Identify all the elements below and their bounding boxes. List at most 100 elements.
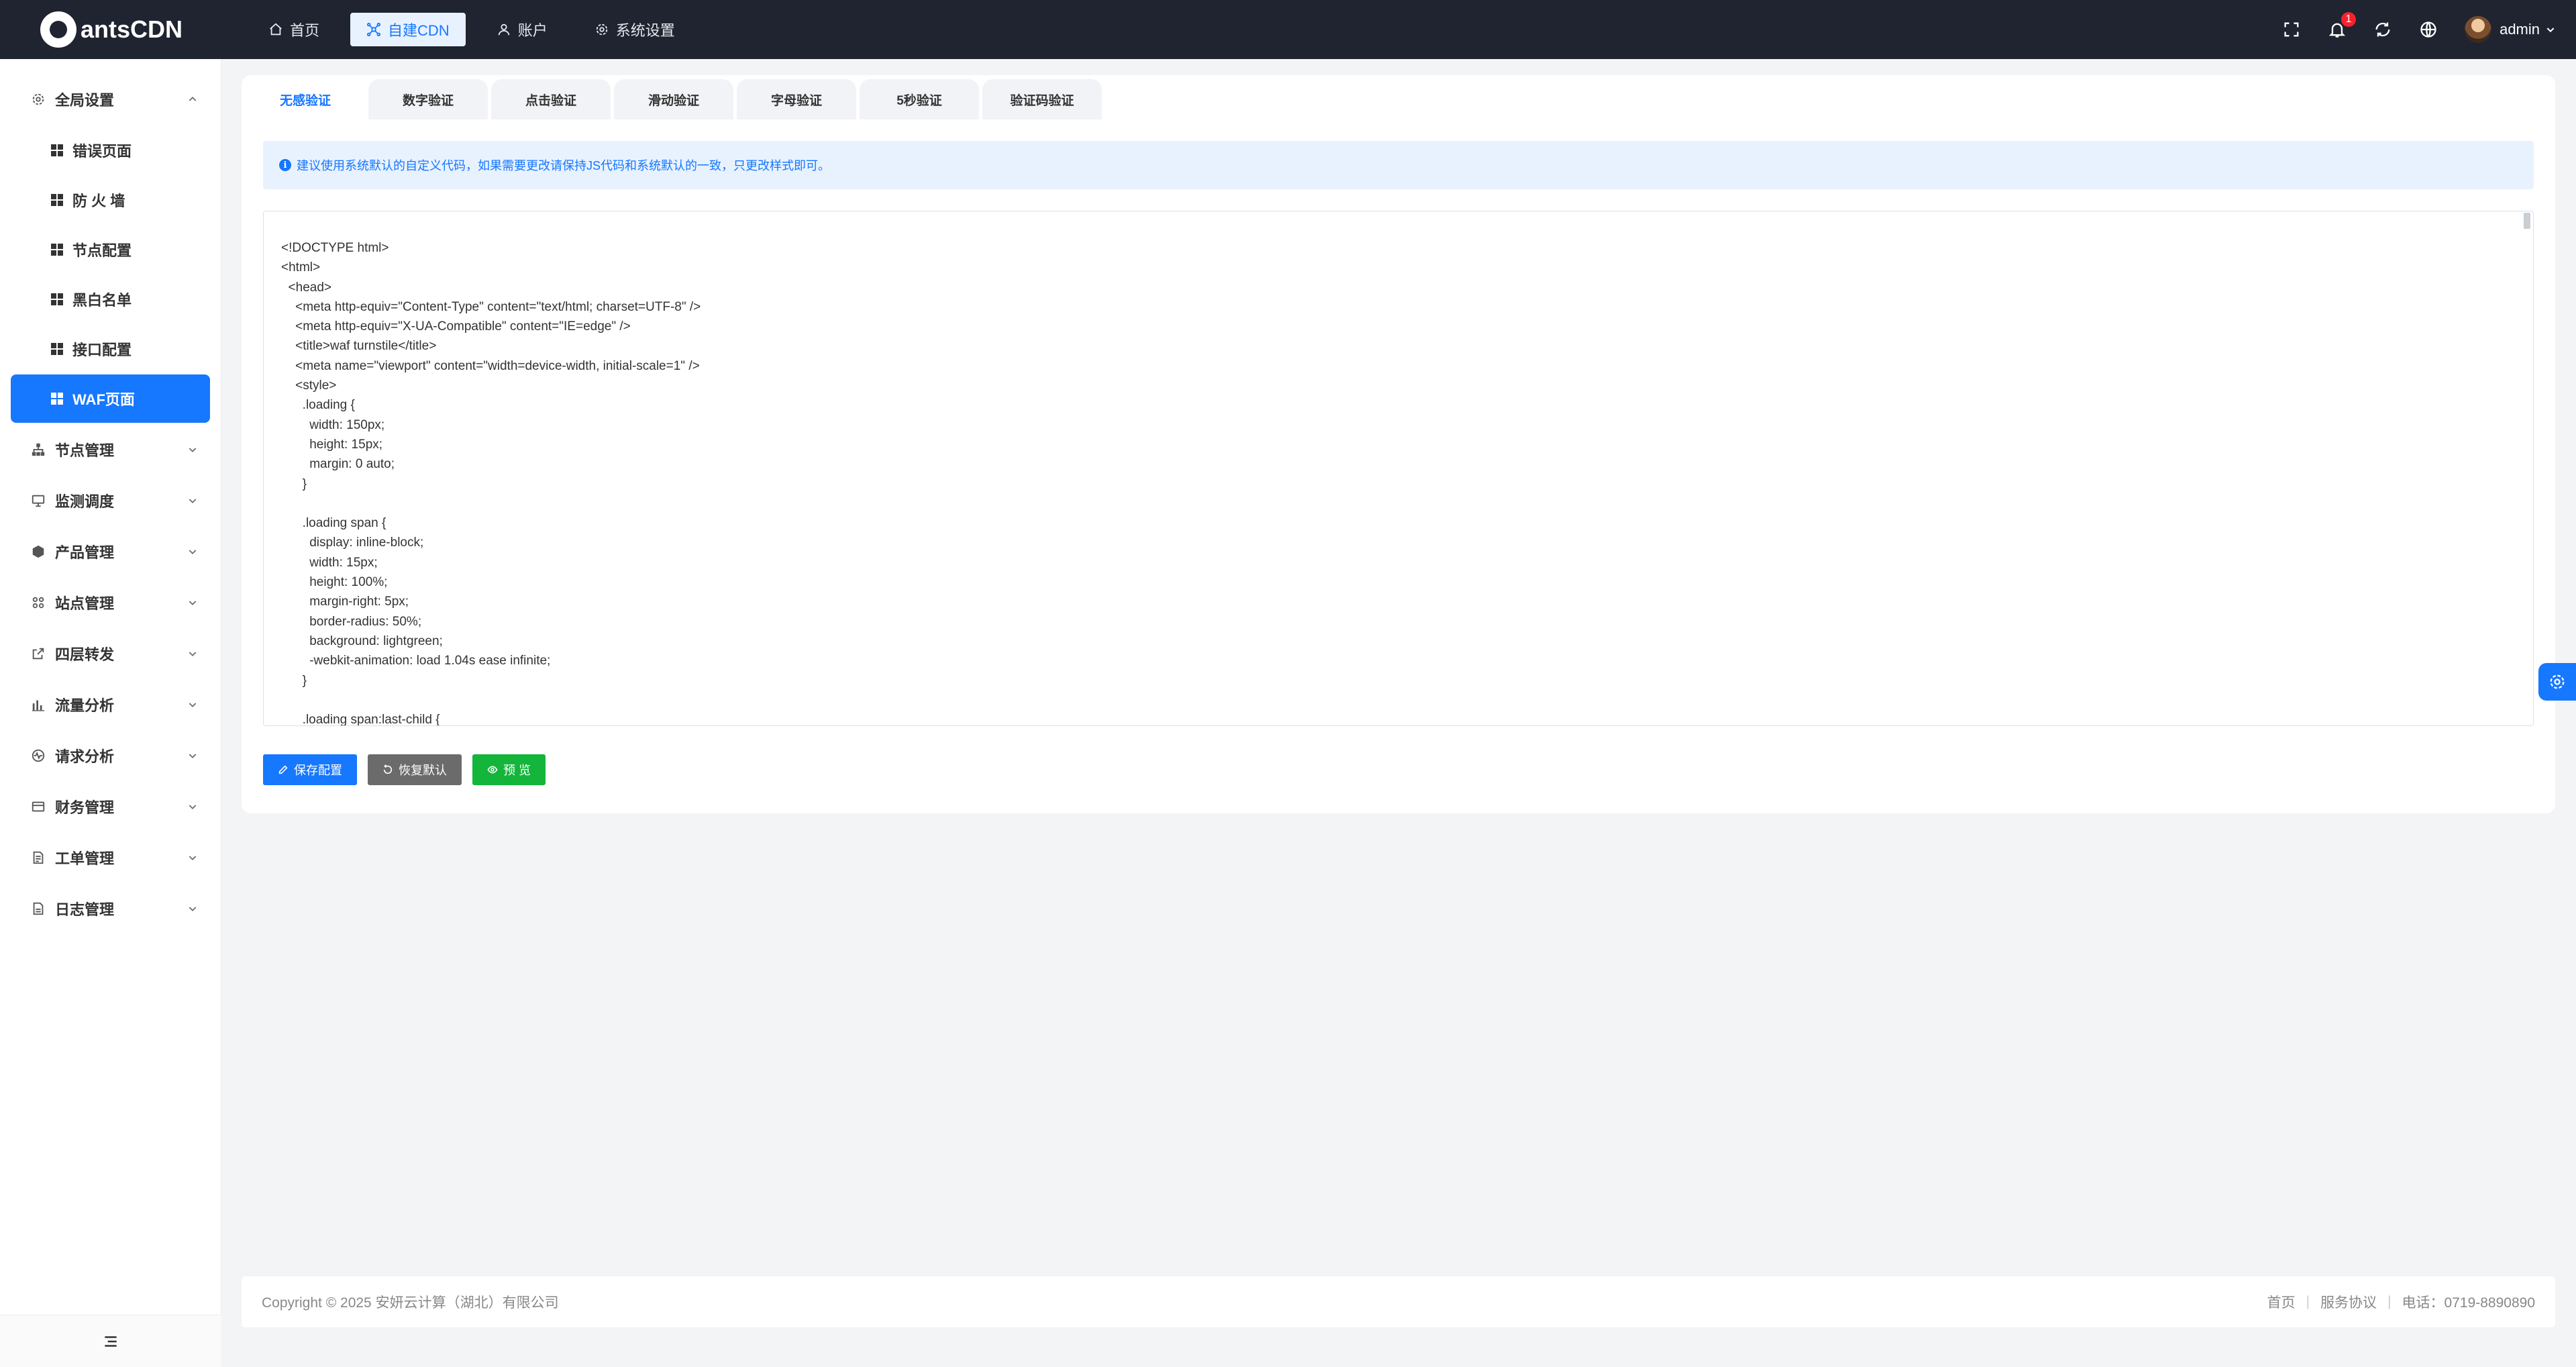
sidebar-group-site-management[interactable]: 站点管理 [0, 577, 221, 628]
chevron-down-icon [187, 495, 198, 506]
sidebar-collapse-toggle[interactable] [0, 1315, 221, 1367]
top-nav: 首页 自建CDN 账户 系统设置 [252, 13, 706, 46]
sidebar-item-label: 防 火 墙 [72, 193, 125, 209]
eye-icon [487, 764, 498, 775]
footer-link-service-agreement[interactable]: 服务协议 [2320, 1292, 2377, 1312]
app-logo[interactable]: antsCDN [40, 11, 242, 48]
editor-scrollbar[interactable] [2522, 213, 2532, 724]
sidebar-group-product-management[interactable]: 产品管理 [0, 526, 221, 577]
settings-icon [31, 92, 46, 107]
sidebar-group-traffic-analysis[interactable]: 流量分析 [0, 679, 221, 730]
tab-letter-verification[interactable]: 字母验证 [737, 79, 856, 119]
sidebar-group-label: 全局设置 [55, 92, 115, 109]
topnav-system-settings-label: 系统设置 [615, 22, 675, 39]
sidebar-item-node-config[interactable]: 节点配置 [11, 225, 210, 274]
cdn-icon [366, 22, 381, 37]
bar-chart-icon [31, 697, 46, 712]
sidebar-group-label: 日志管理 [55, 901, 115, 918]
sidebar-group-node-management[interactable]: 节点管理 [0, 424, 221, 475]
sidebar-group-label: 四层转发 [55, 646, 115, 663]
username: admin [2500, 21, 2540, 38]
sidebar-group-label: 监测调度 [55, 493, 115, 510]
home-icon [268, 22, 283, 37]
code-content: <!DOCTYPE html> <html> <head> <meta http… [281, 241, 701, 726]
preview-button[interactable]: 预 览 [472, 754, 546, 785]
cube-icon [31, 544, 46, 559]
chevron-down-icon [187, 903, 198, 914]
sidebar-group-label: 流量分析 [55, 697, 115, 714]
tab-click-verification[interactable]: 点击验证 [491, 79, 611, 119]
sidebar-group-finance[interactable]: 财务管理 [0, 781, 221, 832]
action-buttons: 保存配置 恢复默认 预 览 [263, 754, 556, 785]
floating-settings-button[interactable] [2538, 663, 2576, 701]
sidebar-item-label: 节点配置 [72, 242, 132, 259]
chevron-down-icon [187, 750, 198, 761]
sidebar-group-monitoring[interactable]: 监测调度 [0, 475, 221, 526]
user-menu[interactable]: admin [2465, 16, 2556, 43]
chevron-down-icon [187, 444, 198, 455]
refresh-icon[interactable] [2373, 20, 2392, 39]
sidebar-item-waf-page[interactable]: WAF页面 [11, 374, 210, 423]
scrollbar-thumb[interactable] [2524, 213, 2530, 229]
undo-icon [382, 764, 393, 775]
save-config-label: 保存配置 [294, 764, 342, 777]
tab-captcha-verification[interactable]: 验证码验证 [982, 79, 1102, 119]
save-config-button[interactable]: 保存配置 [263, 754, 357, 785]
sidebar-item-label: 接口配置 [72, 342, 132, 358]
custom-code-editor[interactable]: <!DOCTYPE html> <html> <head> <meta http… [263, 211, 2534, 726]
info-icon: i [279, 159, 291, 171]
notification-badge: 1 [2341, 12, 2357, 27]
grid-icon [51, 194, 63, 206]
grid-icon [51, 144, 63, 156]
chevron-down-icon [187, 852, 198, 863]
tab-5s-verification[interactable]: 5秒验证 [860, 79, 979, 119]
chevron-down-icon [187, 597, 198, 608]
sitemap-icon [31, 442, 46, 457]
sidebar-group-request-analysis[interactable]: 请求分析 [0, 730, 221, 781]
top-bar: antsCDN 首页 自建CDN 账户 系统设置 1 admin [0, 0, 2576, 59]
tab-seamless-verification[interactable]: 无感验证 [246, 79, 365, 119]
sidebar-group-global-settings[interactable]: 全局设置 [0, 74, 221, 125]
fullscreen-icon[interactable] [2282, 20, 2301, 39]
gear-icon [595, 22, 609, 37]
footer: Copyright © 2025 安妍云计算（湖北）有限公司 首页 | 服务协议… [242, 1276, 2555, 1327]
topbar-actions: 1 admin [2255, 12, 2556, 43]
sidebar-item-error-page[interactable]: 错误页面 [11, 126, 210, 174]
topnav-home[interactable]: 首页 [252, 13, 336, 46]
footer-link-home[interactable]: 首页 [2267, 1292, 2296, 1312]
chevron-down-icon [187, 699, 198, 710]
sidebar-group-logs[interactable]: 日志管理 [0, 883, 221, 934]
grid-icon [51, 343, 63, 355]
document-icon [31, 850, 46, 865]
sidebar-item-firewall[interactable]: 防 火 墙 [11, 176, 210, 224]
sidebar-group-tickets[interactable]: 工单管理 [0, 832, 221, 883]
topnav-account[interactable]: 账户 [480, 13, 564, 46]
sidebar-item-api-config[interactable]: 接口配置 [11, 325, 210, 373]
chevron-down-icon [2545, 24, 2556, 35]
avatar [2465, 16, 2492, 43]
tab-slide-verification[interactable]: 滑动验证 [614, 79, 733, 119]
topnav-home-label: 首页 [290, 22, 320, 39]
restore-default-button[interactable]: 恢复默认 [368, 754, 462, 785]
sidebar-item-blacklist-whitelist[interactable]: 黑白名单 [11, 275, 210, 323]
topnav-cdn-label: 自建CDN [388, 22, 450, 39]
notification-bell-icon[interactable]: 1 [2328, 12, 2357, 39]
grid-icon [51, 293, 63, 305]
footer-separator: | [2306, 1294, 2310, 1309]
notice-text: 建议使用系统默认的自定义代码，如果需要更改请保持JS代码和系统默认的一致，只更改… [297, 159, 831, 172]
logo-text: antsCDN [81, 15, 183, 43]
sidebar: 全局设置 错误页面 防 火 墙 节点配置 黑白名单 接口配置 WAF页面 节点管… [0, 59, 221, 1367]
topnav-cdn[interactable]: 自建CDN [350, 13, 466, 46]
grid-icon [51, 244, 63, 256]
sidebar-group-label: 工单管理 [55, 850, 115, 867]
sidebar-group-label: 财务管理 [55, 799, 115, 816]
topnav-system-settings[interactable]: 系统设置 [578, 13, 691, 46]
language-globe-icon[interactable] [2419, 20, 2438, 39]
restore-default-label: 恢复默认 [399, 764, 447, 777]
tab-number-verification[interactable]: 数字验证 [368, 79, 488, 119]
apps-icon [31, 595, 46, 610]
share-icon [31, 646, 46, 661]
sidebar-group-layer4-forwarding[interactable]: 四层转发 [0, 628, 221, 679]
monitor-icon [31, 493, 46, 508]
chevron-down-icon [187, 801, 198, 812]
